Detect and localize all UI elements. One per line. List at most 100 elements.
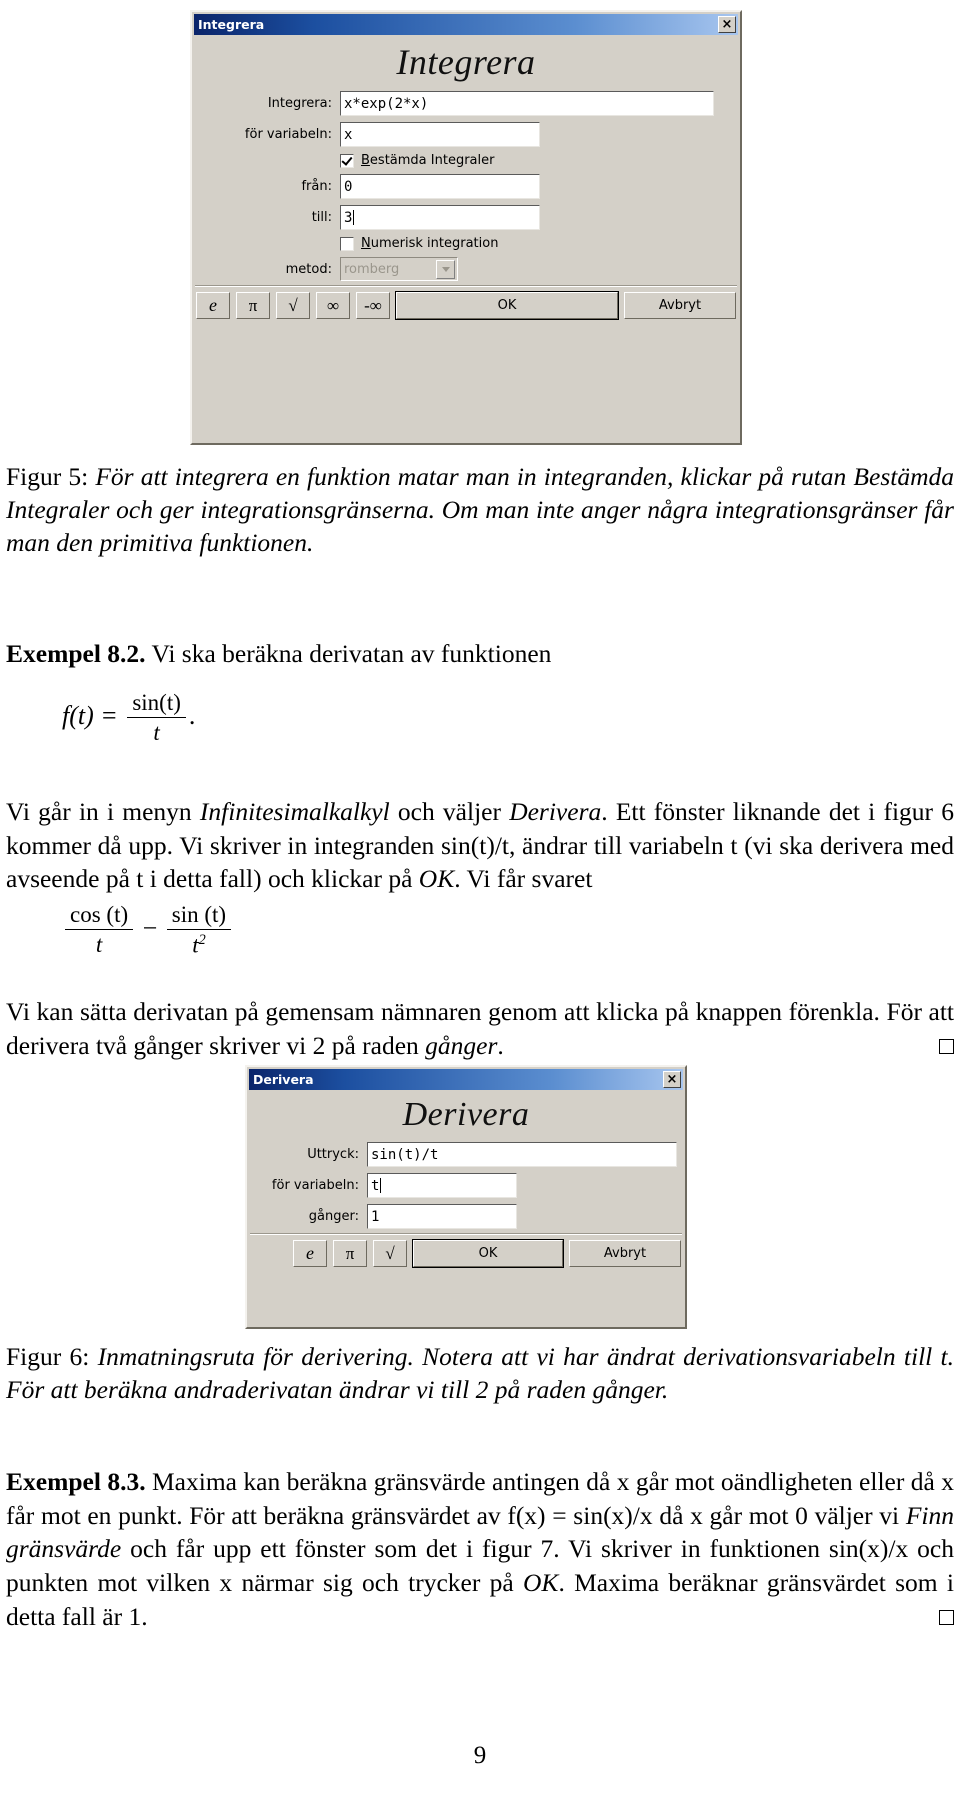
variable-input[interactable]: x: [340, 122, 540, 147]
cancel-button[interactable]: Avbryt: [569, 1240, 681, 1267]
sqrt-button[interactable]: √: [276, 292, 310, 319]
figure5-caption: Figur 5: För att integrera en funktion m…: [6, 460, 954, 559]
equation-trailing-period: .: [188, 700, 196, 730]
fraction-sin-over-t: sin(t) t: [127, 690, 186, 746]
definite-integral-checkbox[interactable]: [340, 153, 354, 168]
fraction-cos-over-t: cos (t) t: [65, 902, 134, 958]
pi-constant-button[interactable]: π: [236, 292, 270, 319]
fraction-denominator: t: [153, 720, 160, 745]
equation-derivative-result: cos (t) t − sin (t) t2: [62, 902, 234, 959]
derivera-heading: Derivera: [402, 1096, 530, 1133]
to-input-value: 3: [344, 209, 353, 226]
derivera-window-title: Derivera: [253, 1072, 314, 1087]
menu-name-infinitesimalkalkyl: Infinitesimalkalkyl: [199, 797, 390, 826]
integrera-button-row: e π √ ∞ -∞ OK Avbryt: [192, 287, 740, 323]
integrera-body: Integrera Integrera: x*exp(2*x) för vari…: [192, 35, 740, 281]
equation-lhs: f(t) =: [62, 700, 118, 730]
result-den-1: t: [95, 932, 103, 958]
definite-integral-checkbox-row: Bestämda Integraler: [200, 153, 732, 168]
integrera-heading: Integrera: [396, 42, 536, 82]
figure5-caption-lead: Figur 5:: [6, 462, 96, 491]
example-8-2-intro-text: Vi ska beräkna derivatan av funktionen: [145, 639, 552, 668]
e-constant-button[interactable]: e: [196, 292, 230, 319]
integrera-titlebar: Integrera ×: [194, 14, 738, 35]
figure5-caption-text: För att integrera en funktion matar man …: [6, 462, 954, 558]
sqrt-button[interactable]: √: [373, 1240, 407, 1267]
method-row: metod: romberg: [200, 257, 732, 281]
text-caret: [353, 210, 355, 225]
menu-name-derivera: Derivera: [509, 797, 602, 826]
variable-input-value: t: [371, 1177, 380, 1194]
from-input[interactable]: 0: [340, 174, 540, 199]
para-part-4: . Vi får svaret: [454, 864, 593, 894]
from-label: från:: [301, 179, 332, 194]
integrera-dialog[interactable]: Integrera × Integrera Integrera: x*exp(2…: [190, 10, 742, 445]
ok-button[interactable]: OK: [412, 1239, 564, 1268]
para-part-2: och väljer: [389, 797, 510, 826]
integrera-window-title: Integrera: [198, 17, 265, 32]
figure6-caption-text: Inmatningsruta för derivering. Notera at…: [6, 1342, 955, 1405]
ok-reference: OK: [418, 864, 455, 894]
expression-row: Uttryck: sin(t)/t: [255, 1142, 677, 1167]
ganger-reference: gånger: [425, 1030, 498, 1060]
times-row: gånger: 1: [255, 1204, 677, 1229]
negative-infinity-button[interactable]: -∞: [356, 292, 390, 319]
result-num-2: sin (t): [166, 902, 232, 930]
derivera-dialog[interactable]: Derivera × Derivera Uttryck: sin(t)/t fö…: [245, 1065, 687, 1329]
qed-box: [939, 1609, 954, 1625]
fraction-numerator: sin(t): [127, 690, 186, 718]
example-8-3-label: Exempel 8.3.: [6, 1467, 146, 1496]
method-select[interactable]: romberg: [340, 257, 458, 281]
example-8-2-closing: Vi kan sätta derivatan på gemensam nämna…: [6, 995, 954, 1062]
ok-button[interactable]: OK: [395, 291, 619, 320]
numeric-integration-checkbox[interactable]: [340, 236, 354, 251]
numeric-integration-accesskey: N: [361, 236, 371, 251]
qed-box: [939, 1038, 954, 1054]
document-page: Integrera × Integrera Integrera: x*exp(2…: [0, 0, 960, 1798]
e-constant-button[interactable]: e: [293, 1240, 327, 1267]
numeric-integration-label-rest: umerisk integration: [370, 236, 499, 251]
definite-integral-label-rest: estämda Integraler: [369, 153, 495, 168]
to-label: till:: [311, 210, 332, 225]
to-row: till: 3: [200, 205, 732, 230]
to-input[interactable]: 3: [340, 205, 540, 230]
variable-row: för variabeln: t: [255, 1173, 677, 1198]
times-input[interactable]: 1: [367, 1204, 517, 1229]
definite-integral-accesskey: B: [361, 153, 370, 168]
expression-input[interactable]: sin(t)/t: [367, 1142, 677, 1167]
close-icon[interactable]: ×: [663, 1071, 681, 1088]
close-icon[interactable]: ×: [718, 16, 736, 33]
from-row: från: 0: [200, 174, 732, 199]
definite-integral-label: Bestämda Integraler: [361, 153, 494, 168]
chevron-down-icon[interactable]: [436, 259, 455, 279]
variable-label: för variabeln:: [244, 127, 332, 142]
text-caret: [380, 1178, 382, 1193]
numeric-integration-label: Numerisk integration: [361, 236, 498, 251]
example-8-3: Exempel 8.3. Maxima kan beräkna gränsvär…: [6, 1465, 954, 1633]
integrand-label: Integrera:: [267, 96, 332, 111]
method-label: metod:: [285, 261, 332, 277]
variable-label: för variabeln:: [271, 1178, 359, 1193]
closing-period: .: [497, 1030, 504, 1060]
method-value: romberg: [344, 261, 400, 277]
minus-operator: −: [142, 913, 158, 943]
times-label: gånger:: [308, 1209, 359, 1224]
infinity-button[interactable]: ∞: [316, 292, 350, 319]
result-den-2-exponent: 2: [198, 932, 206, 948]
numeric-integration-checkbox-row: Numerisk integration: [200, 236, 732, 251]
figure6-caption-lead: Figur 6:: [6, 1342, 98, 1371]
result-den-2: t2: [167, 930, 231, 959]
cancel-button[interactable]: Avbryt: [624, 292, 736, 319]
integrand-input[interactable]: x*exp(2*x): [340, 91, 714, 116]
derivera-body: Derivera Uttryck: sin(t)/t för variabeln…: [247, 1090, 685, 1229]
variable-input[interactable]: t: [367, 1173, 517, 1198]
example-8-3-part-1: Maxima kan beräkna gränsvärde antingen d…: [6, 1467, 954, 1530]
ok-reference: OK: [523, 1567, 559, 1597]
pi-constant-button[interactable]: π: [333, 1240, 367, 1267]
page-number: 9: [473, 1742, 487, 1769]
figure6-caption: Figur 6: Inmatningsruta för derivering. …: [6, 1340, 954, 1406]
fraction-sin-over-t-squared: sin (t) t2: [166, 902, 232, 959]
para-part-1: Vi går in i menyn: [6, 797, 200, 826]
example-8-2-intro: Exempel 8.2. Vi ska beräkna derivatan av…: [6, 637, 954, 671]
equation-f-of-t: f(t) = sin(t) t .: [62, 690, 195, 746]
